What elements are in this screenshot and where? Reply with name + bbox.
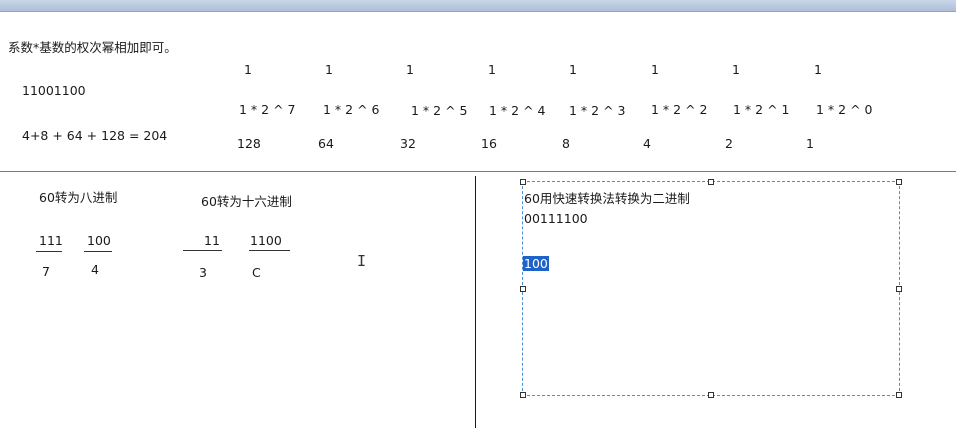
coefficient-cell: 1 [406,62,414,77]
resize-handle[interactable] [520,286,526,292]
octal-digit: 7 [42,264,50,279]
description-text: 系数*基数的权次幂相加即可。 [8,40,177,55]
selected-text[interactable]: 100 [523,256,549,271]
power-cell: 1 * 2 ^ 3 [569,103,626,118]
resize-handle[interactable] [520,179,526,185]
resize-handle[interactable] [896,179,902,185]
coefficient-cell: 1 [488,62,496,77]
hex-underline [249,250,290,251]
textbox-value[interactable]: 00111100 [524,211,588,226]
binary-number: 11001100 [22,83,86,98]
octal-digit: 4 [91,262,99,277]
window-top-bar [0,0,956,12]
weight-cell: 128 [237,136,261,151]
octal-title: 60转为八进制 [39,190,118,205]
resize-handle[interactable] [708,392,714,398]
octal-underline [84,251,112,252]
hex-group: 1100 [250,233,282,248]
coefficient-cell: 1 [569,62,577,77]
hex-group: 11 [204,233,220,248]
weight-cell: 32 [400,136,416,151]
weight-cell: 16 [481,136,497,151]
power-cell: 1 * 2 ^ 4 [489,103,546,118]
octal-underline [36,251,62,252]
weight-cell: 2 [725,136,733,151]
hex-title: 60转为十六进制 [201,194,292,209]
power-cell: 1 * 2 ^ 2 [651,102,708,117]
power-cell: 1 * 2 ^ 0 [816,102,873,117]
octal-group: 111 [39,233,63,248]
hex-digit: 3 [199,265,207,280]
power-cell: 1 * 2 ^ 1 [733,102,790,117]
coefficient-cell: 1 [244,62,252,77]
power-cell: 1 * 2 ^ 7 [239,102,296,117]
coefficient-cell: 1 [651,62,659,77]
resize-handle[interactable] [520,392,526,398]
text-cursor-icon: I [357,252,367,270]
textbox-title[interactable]: 60用快速转换法转换为二进制 [524,188,690,207]
vertical-divider [475,176,476,428]
resize-handle[interactable] [896,392,902,398]
weight-cell: 64 [318,136,334,151]
weight-cell: 4 [643,136,651,151]
coefficient-cell: 1 [325,62,333,77]
weight-cell: 8 [562,136,570,151]
coefficient-cell: 1 [732,62,740,77]
resize-handle[interactable] [708,179,714,185]
selection-highlight[interactable]: 100 [523,256,549,271]
hex-digit: C [252,265,261,280]
horizontal-divider [0,171,956,172]
sum-equation: 4+8 + 64 + 128 = 204 [22,128,168,143]
octal-group: 100 [87,233,111,248]
power-cell: 1 * 2 ^ 6 [323,102,380,117]
coefficient-cell: 1 [814,62,822,77]
hex-underline [183,250,222,251]
weight-cell: 1 [806,136,814,151]
resize-handle[interactable] [896,286,902,292]
power-cell: 1 * 2 ^ 5 [411,103,468,118]
